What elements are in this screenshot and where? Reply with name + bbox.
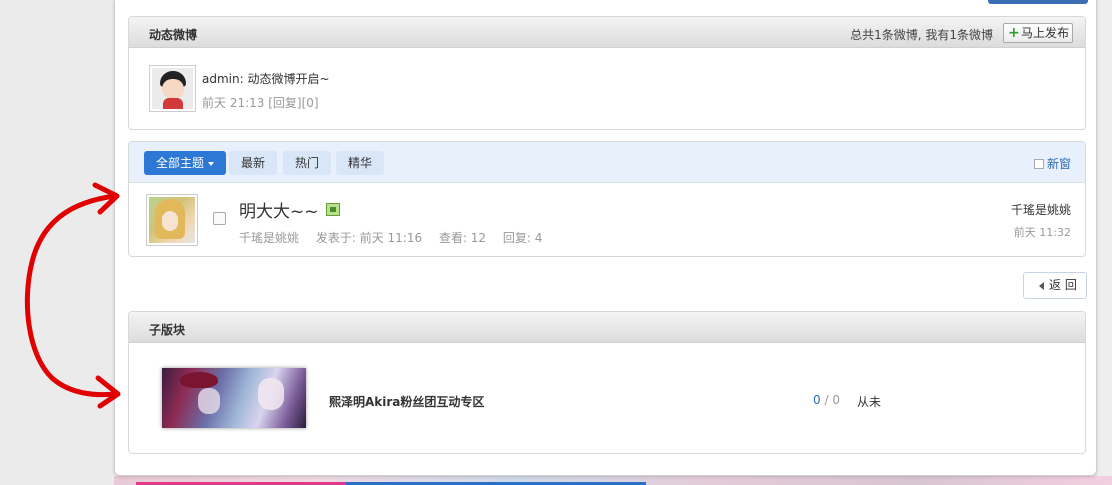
plus-icon: + [1008,25,1020,41]
subforum-counts: 0 / 0 [813,393,840,407]
last-reply-time[interactable]: 前天 11:32 [1014,224,1071,240]
thread-views: 查看: 12 [438,231,487,245]
last-reply-user[interactable]: 千瑤是姚姚 [1011,201,1071,218]
thread-filter-bar: 全部主题 最新 热门 精华 新窗 [129,142,1085,183]
tab-featured[interactable]: 精华 [336,151,385,175]
bottom-decoration [114,476,1112,485]
tab-hot[interactable]: 热门 [283,151,332,175]
avatar[interactable] [149,65,196,112]
thread-posted: 发表于: 前天 11:16 [315,231,423,245]
subforum-banner-image[interactable] [162,368,306,428]
left-background [0,0,114,485]
back-arrow-icon [1039,282,1044,290]
subforum-last-post: 从未 [857,395,882,409]
new-window-toggle[interactable]: 新窗 [1033,155,1071,172]
publish-label: 马上发布 [1021,26,1070,40]
caret-down-icon [208,161,215,166]
subforum-title: 子版块 [149,323,186,337]
image-attachment-icon [326,203,340,216]
thread-author-avatar[interactable] [146,194,198,246]
tab-all-topics[interactable]: 全部主题 [144,151,227,175]
thread-meta: 千瑤是姚姚 发表于: 前天 11:16 查看: 12 回复: 4 [239,229,555,246]
thread-author[interactable]: 千瑤是姚姚 [239,231,299,245]
right-background [1097,0,1112,485]
subforum-section: 子版块 熙泽明Akira粉丝团互动专区 0 / 0 从未 [128,311,1086,454]
avatar-image [149,197,195,243]
publish-button[interactable]: + 马上发布 [1003,23,1073,43]
main-panel: 动态微博 总共1条微博, 我有1条微博 + 马上发布 admin: 动态微博开启… [114,0,1097,476]
subforum-name[interactable]: 熙泽明Akira粉丝团互动专区 [329,393,484,410]
tab-latest[interactable]: 最新 [229,151,278,175]
thread-title[interactable]: 明大大~~ [239,197,319,222]
avatar-image [152,68,193,109]
thread-select-checkbox[interactable] [213,212,226,225]
weibo-section: 动态微博 总共1条微博, 我有1条微博 + 马上发布 admin: 动态微博开启… [128,16,1086,130]
subforum-header: 子版块 [129,312,1085,343]
weibo-meta[interactable]: 前天 21:13 [回复][0] [202,94,319,111]
weibo-title: 动态微博 [149,28,198,42]
thread-list: 全部主题 最新 热门 精华 新窗 明大大~~ 千瑤是姚姚 发表于: 前天 11:… [128,141,1086,257]
weibo-header: 动态微博 总共1条微博, 我有1条微博 + 马上发布 [129,17,1085,48]
top-cut-off-button[interactable] [988,0,1088,4]
weibo-stats: 总共1条微博, 我有1条微博 [850,28,993,42]
weibo-message: admin: 动态微博开启~ [202,72,330,86]
thread-replies: 回复: 4 [502,231,543,245]
new-window-checkbox[interactable] [1033,159,1044,169]
back-button[interactable]: 返 回 [1023,272,1087,299]
